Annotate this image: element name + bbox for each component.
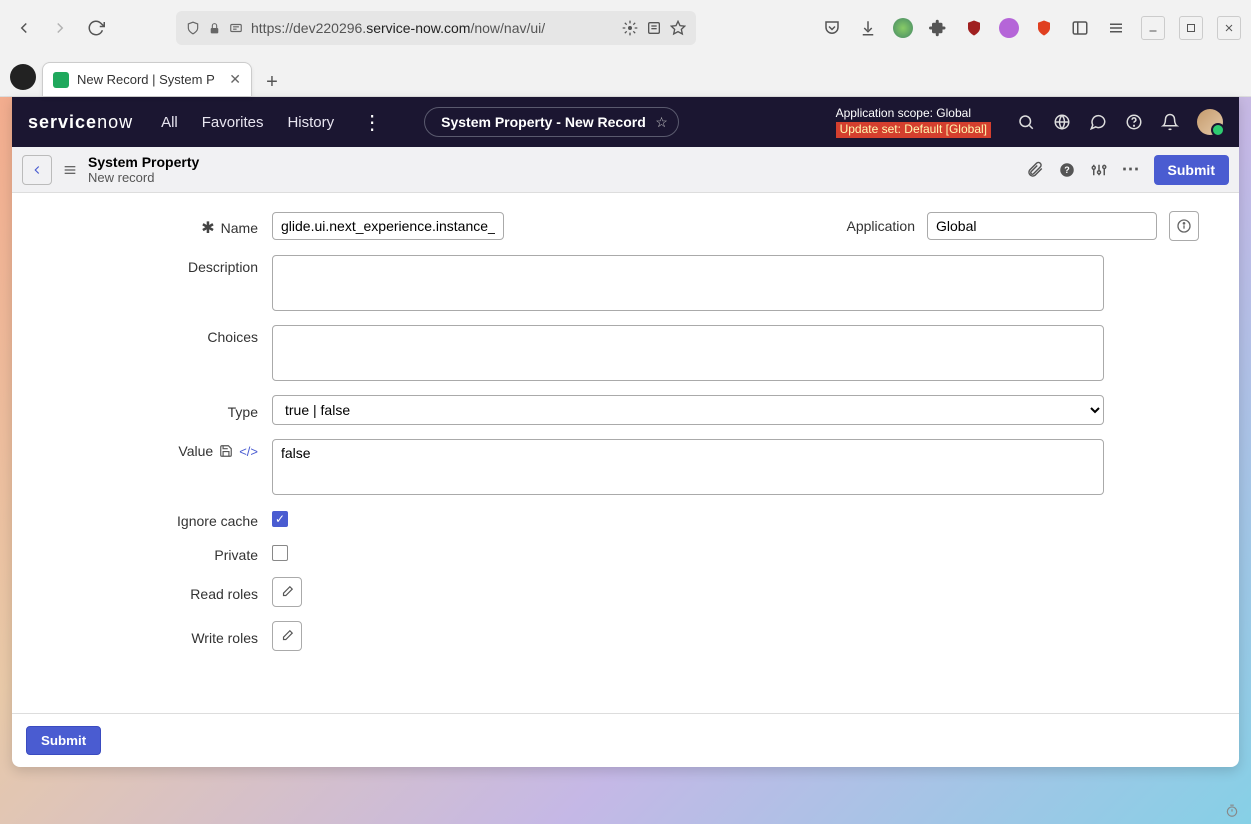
browser-reload-button[interactable] <box>82 14 110 42</box>
required-asterisk-icon: ✱ <box>201 218 214 238</box>
downloads-icon[interactable] <box>857 17 879 39</box>
private-checkbox[interactable] <box>272 545 288 561</box>
attachment-icon[interactable] <box>1026 161 1044 179</box>
context-menu-icon[interactable] <box>62 162 78 178</box>
write-roles-edit-button[interactable] <box>272 621 302 651</box>
form-title-block: System Property New record <box>88 154 199 185</box>
scope-line1: Application scope: Global <box>836 106 991 122</box>
form-help-icon[interactable]: ? <box>1058 161 1076 179</box>
pill-text: System Property - New Record <box>441 114 646 130</box>
label-write-roles: Write roles <box>191 630 258 646</box>
permissions-icon <box>229 21 243 35</box>
label-read-roles: Read roles <box>190 586 258 602</box>
scope-info: Application scope: Global Update set: De… <box>836 106 991 137</box>
label-application: Application <box>847 218 916 234</box>
type-select[interactable]: true | false <box>272 395 1104 425</box>
label-description: Description <box>188 259 258 275</box>
form-back-button[interactable] <box>22 155 52 185</box>
nav-more-icon[interactable]: ⋮ <box>358 110 386 135</box>
nav-favorites[interactable]: Favorites <box>202 114 264 131</box>
label-choices: Choices <box>207 329 258 345</box>
pocket-icon[interactable] <box>821 17 843 39</box>
user-avatar[interactable] <box>1197 109 1223 135</box>
browser-tab[interactable]: New Record | System P ✕ <box>42 62 252 96</box>
value-textarea[interactable]: false <box>272 439 1104 495</box>
form-footer: Submit <box>12 713 1239 767</box>
extension-icon[interactable] <box>622 20 638 36</box>
label-type: Type <box>228 404 258 420</box>
favorite-star-icon[interactable]: ☆ <box>655 114 668 131</box>
code-icon[interactable]: </> <box>239 444 258 459</box>
chat-icon[interactable] <box>1089 113 1107 131</box>
form-title: System Property <box>88 154 199 170</box>
label-private: Private <box>214 547 258 563</box>
breadcrumb-pill[interactable]: System Property - New Record ☆ <box>424 107 679 137</box>
nav-all[interactable]: All <box>161 114 178 131</box>
read-roles-edit-button[interactable] <box>272 577 302 607</box>
form-subtitle: New record <box>88 170 199 185</box>
globe-icon[interactable] <box>1053 113 1071 131</box>
form-header: System Property New record ? ⋯ Submit <box>12 147 1239 193</box>
minimize-button[interactable] <box>1141 16 1165 40</box>
tab-title: New Record | System P <box>77 72 221 87</box>
label-value: Value <box>178 443 213 459</box>
new-tab-button[interactable]: + <box>258 68 286 96</box>
app-window: servicenow All Favorites History ⋮ Syste… <box>12 97 1239 767</box>
address-bar[interactable]: https://dev220296.service-now.com/now/na… <box>176 11 696 45</box>
ignore-cache-checkbox[interactable]: ✓ <box>272 511 288 527</box>
scope-line2: Update set: Default [Global] <box>836 122 991 138</box>
favicon-icon <box>53 72 69 88</box>
browser-forward-button[interactable] <box>46 14 74 42</box>
more-actions-icon[interactable]: ⋯ <box>1122 159 1140 180</box>
ublock-icon[interactable] <box>963 17 985 39</box>
servicenow-logo[interactable]: servicenow <box>28 112 133 133</box>
shield-icon <box>186 21 200 35</box>
maximize-button[interactable] <box>1179 16 1203 40</box>
label-name: Name <box>221 220 258 236</box>
submit-button[interactable]: Submit <box>1154 155 1229 185</box>
save-icon[interactable] <box>219 444 233 458</box>
application-info-button[interactable] <box>1169 211 1199 241</box>
app-top-nav: servicenow All Favorites History ⋮ Syste… <box>12 97 1239 147</box>
url-text: https://dev220296.service-now.com/now/na… <box>251 20 545 36</box>
svg-text:?: ? <box>1064 165 1070 175</box>
browser-chrome: https://dev220296.service-now.com/now/na… <box>0 0 1251 97</box>
hamburger-icon[interactable] <box>1105 17 1127 39</box>
brave-icon[interactable] <box>1033 17 1055 39</box>
reader-icon[interactable] <box>646 20 662 36</box>
bookmark-star-icon[interactable] <box>670 20 686 36</box>
browser-back-button[interactable] <box>10 14 38 42</box>
tab-close-icon[interactable]: ✕ <box>229 71 241 88</box>
search-icon[interactable] <box>1017 113 1035 131</box>
firefox-view-icon[interactable] <box>10 64 36 90</box>
personalize-icon[interactable] <box>1090 161 1108 179</box>
sidebar-icon[interactable] <box>1069 17 1091 39</box>
bell-icon[interactable] <box>1161 113 1179 131</box>
form-body: ✱ Name Application Description Choices Ty… <box>12 193 1239 713</box>
application-input[interactable] <box>927 212 1157 240</box>
help-icon[interactable] <box>1125 113 1143 131</box>
label-ignore-cache: Ignore cache <box>177 513 258 529</box>
submit-button-footer[interactable]: Submit <box>26 726 101 755</box>
ext-purple-icon[interactable] <box>999 18 1019 38</box>
extensions-icon[interactable] <box>927 17 949 39</box>
close-window-button[interactable] <box>1217 16 1241 40</box>
description-textarea[interactable] <box>272 255 1104 311</box>
choices-textarea[interactable] <box>272 325 1104 381</box>
lock-icon <box>208 22 221 35</box>
profile-ext-icon[interactable] <box>893 18 913 38</box>
name-input[interactable] <box>272 212 504 240</box>
nav-history[interactable]: History <box>287 114 334 131</box>
